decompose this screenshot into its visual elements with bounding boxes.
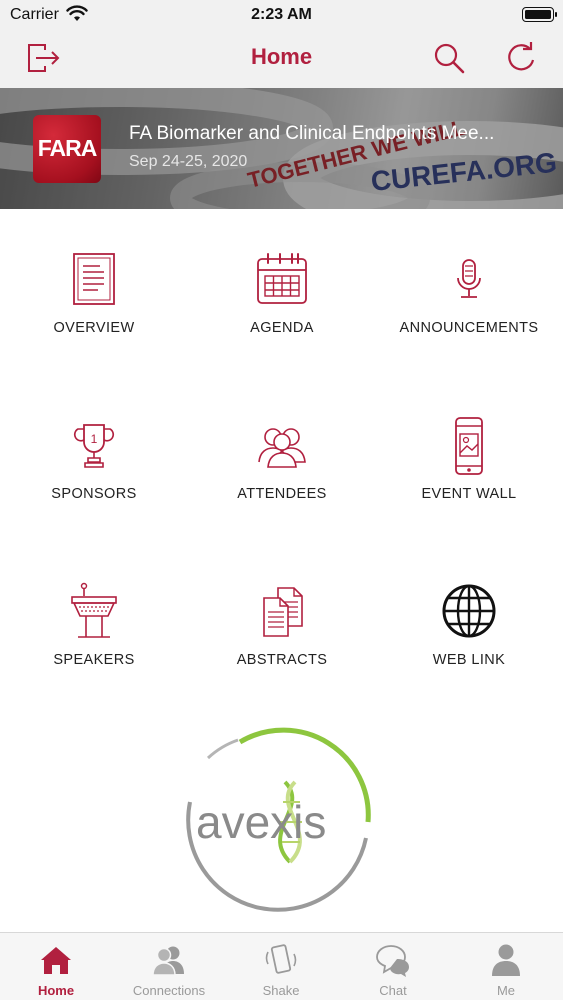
event-wall-tile[interactable]: EVENT WALL	[375, 416, 563, 526]
microphone-icon	[439, 250, 499, 310]
chat-icon	[375, 942, 411, 978]
connections-icon	[151, 942, 187, 978]
search-icon	[434, 43, 465, 74]
event-banner[interactable]: CUREFA.ORG TOGETHER WE WILL FARA	[0, 88, 563, 209]
web-link-label: WEB LINK	[432, 652, 506, 668]
svg-text:1: 1	[91, 432, 98, 446]
tab-home-label: Home	[37, 983, 75, 998]
calendar-icon	[252, 250, 312, 310]
document-icon	[64, 250, 124, 310]
attendees-tile[interactable]: ATTENDEES	[188, 416, 376, 526]
announcements-label: ANNOUNCEMENTS	[399, 320, 539, 336]
abstracts-label: ABSTRACTS	[236, 652, 328, 668]
overview-label: OVERVIEW	[53, 320, 135, 336]
home-icon	[38, 942, 74, 978]
shake-phone-icon	[263, 942, 299, 978]
tab-me[interactable]: Me	[450, 933, 562, 1000]
tab-chat-label: Chat	[379, 983, 407, 998]
person-icon	[488, 942, 524, 978]
clock: 2:23 AM	[251, 6, 312, 23]
fara-logo: FARA	[33, 115, 101, 183]
tab-bar: Home Connections Shake Chat Me	[0, 932, 563, 1000]
attendees-label: ATTENDEES	[237, 486, 327, 502]
people-icon	[252, 416, 312, 476]
event-wall-label: EVENT WALL	[421, 486, 517, 502]
speakers-label: SPEAKERS	[53, 652, 135, 668]
nav-bar: Home	[0, 32, 563, 88]
web-link-tile[interactable]: WEB LINK	[375, 582, 563, 692]
agenda-label: AGENDA	[250, 320, 314, 336]
tab-shake[interactable]: Shake	[225, 933, 337, 1000]
refresh-icon	[508, 42, 535, 71]
sponsor-logo[interactable]: avexis	[180, 722, 380, 917]
refresh-button[interactable]	[503, 40, 539, 76]
abstracts-tile[interactable]: ABSTRACTS	[188, 582, 376, 692]
tab-me-label: Me	[496, 983, 516, 998]
overview-tile[interactable]: OVERVIEW	[0, 250, 188, 360]
globe-icon	[439, 582, 499, 642]
tab-connections[interactable]: Connections	[113, 933, 225, 1000]
tab-chat[interactable]: Chat	[337, 933, 449, 1000]
speakers-tile[interactable]: SPEAKERS	[0, 582, 188, 692]
event-title: FA Biomarker and Clinical Endpoints Mee.…	[129, 123, 495, 144]
event-date: Sep 24-25, 2020	[129, 153, 248, 170]
phone-image-icon	[439, 416, 499, 476]
page-title: Home	[250, 44, 313, 69]
announcements-tile[interactable]: ANNOUNCEMENTS	[375, 250, 563, 360]
sponsor-logo-text: avexis	[196, 796, 326, 848]
podium-icon	[64, 582, 124, 642]
tab-shake-label: Shake	[262, 983, 300, 998]
sponsors-label: SPONSORS	[51, 486, 137, 502]
fara-logo-text: FARA	[37, 135, 98, 161]
agenda-tile[interactable]: AGENDA	[188, 250, 376, 360]
tab-home[interactable]: Home	[0, 933, 112, 1000]
battery-icon	[522, 7, 557, 22]
documents-icon	[252, 582, 312, 642]
search-button[interactable]	[431, 40, 467, 76]
sponsors-tile[interactable]: 1 SPONSORS	[0, 416, 188, 526]
tab-connections-label: Connections	[132, 983, 206, 998]
trophy-icon: 1	[64, 416, 124, 476]
status-bar: Carrier 2:23 AM	[0, 0, 563, 32]
